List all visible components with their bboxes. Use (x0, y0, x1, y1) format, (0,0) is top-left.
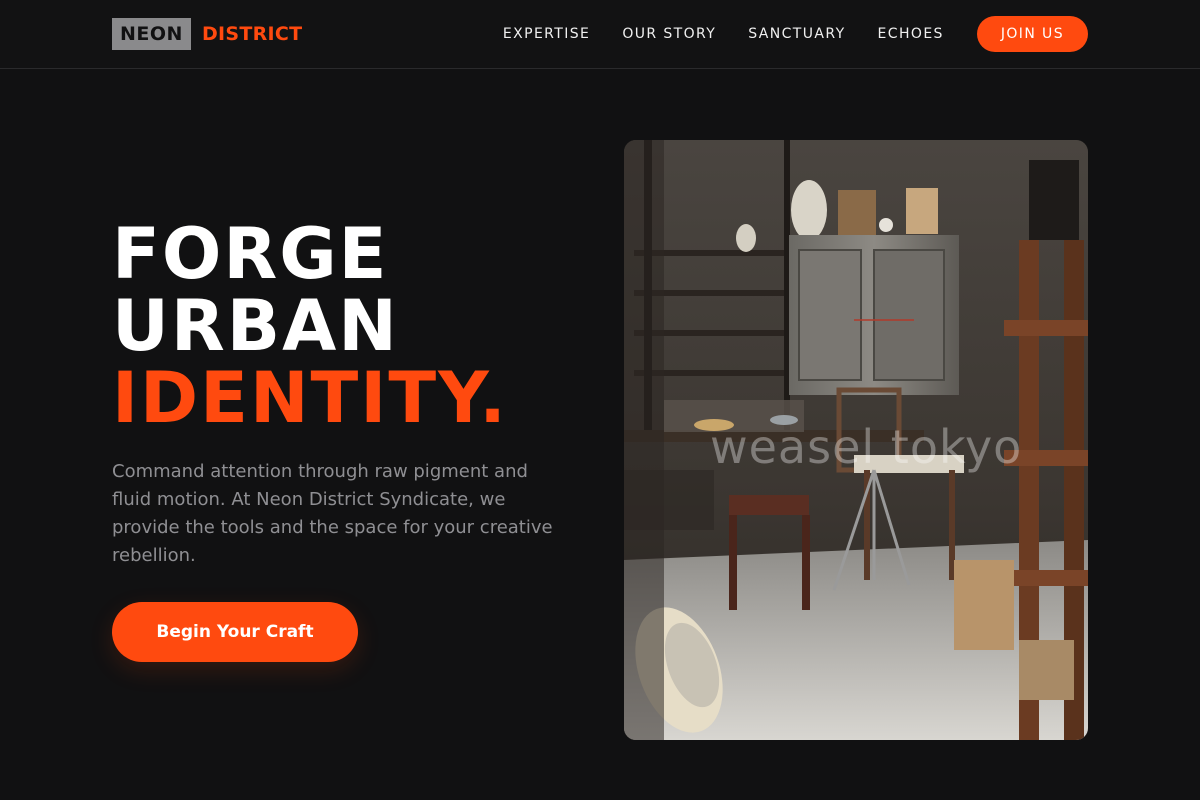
logo-neon-text: NEON (112, 18, 191, 50)
nav-link-our-story[interactable]: OUR STORY (622, 26, 716, 42)
begin-your-craft-button[interactable]: Begin Your Craft (112, 602, 358, 662)
main-nav: EXPERTISE OUR STORY SANCTUARY ECHOES JOI… (503, 16, 1088, 52)
nav-link-expertise[interactable]: EXPERTISE (503, 26, 590, 42)
hero-title-line-3: IDENTITY. (112, 357, 508, 439)
brand-logo[interactable]: NEON DISTRICT (112, 18, 302, 50)
nav-link-sanctuary[interactable]: SANCTUARY (748, 26, 845, 42)
site-header: NEON DISTRICT EXPERTISE OUR STORY SANCTU… (0, 0, 1200, 69)
logo-district-text: DISTRICT (201, 23, 303, 45)
hero-title-line-1: FORGE (112, 213, 389, 295)
studio-photo: weasel tokyo (624, 140, 1088, 740)
join-us-button[interactable]: JOIN US (976, 16, 1088, 52)
hero-title: FORGE URBAN IDENTITY. (112, 218, 508, 434)
nav-link-echoes[interactable]: ECHOES (878, 26, 944, 42)
image-watermark: weasel tokyo (710, 420, 1023, 474)
hero-description: Command attention through raw pigment an… (112, 461, 553, 566)
hero-title-line-2: URBAN (112, 285, 399, 367)
